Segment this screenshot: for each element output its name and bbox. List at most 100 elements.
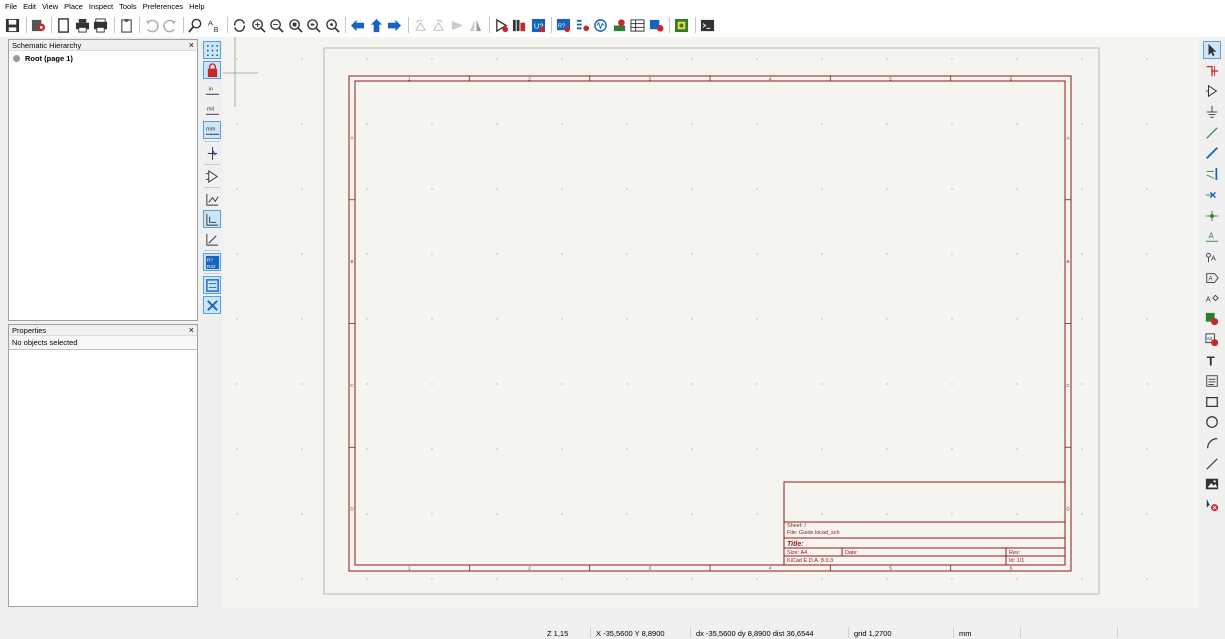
units-readout: mm [959, 629, 972, 638]
highlight-net-icon [1206, 65, 1219, 76]
navigate-forward-button[interactable] [386, 16, 403, 34]
zoom-selection-button[interactable] [324, 16, 341, 34]
grid-dot [951, 578, 953, 580]
grid-dot [1146, 448, 1148, 450]
toggle-hierarchy-panel-button[interactable] [203, 276, 221, 294]
global-label-button[interactable]: A [1203, 269, 1221, 287]
paste-button[interactable] [118, 16, 135, 34]
label-button[interactable]: A [1203, 227, 1221, 245]
sheet-bullet-icon [13, 55, 20, 62]
redo-button[interactable] [162, 16, 179, 34]
grid-override-button[interactable] [203, 61, 221, 79]
grid-dot [1016, 58, 1018, 60]
bom-button[interactable] [629, 16, 646, 34]
menu-place[interactable]: Place [64, 2, 83, 11]
text-button[interactable]: T [1203, 351, 1221, 369]
net-class-directive-button[interactable]: A [1203, 248, 1221, 266]
symbol-library-browser-button[interactable] [511, 16, 528, 34]
line-mode-90-button[interactable] [203, 210, 221, 228]
scripting-console-button[interactable] [699, 16, 716, 34]
menu-tools[interactable]: Tools [119, 2, 137, 11]
zoom-fit-objects-button[interactable] [305, 16, 322, 34]
mirror-vertical-button[interactable] [449, 16, 466, 34]
place-power-button[interactable] [1203, 103, 1221, 121]
annotate-auto-button[interactable]: R? R42 [203, 253, 221, 271]
line-mode-45-button[interactable] [203, 230, 221, 248]
import-sheet-pin-button[interactable]: A0 [1203, 331, 1221, 349]
grid-dot [561, 318, 563, 320]
units-inches-button[interactable]: in [203, 81, 221, 99]
close-panel-button[interactable]: × [189, 40, 194, 50]
pcb-editor-button[interactable] [673, 16, 690, 34]
title-block-frame [783, 481, 1066, 566]
units-mm-button[interactable]: mm [203, 121, 221, 139]
text-box-button[interactable] [1203, 372, 1221, 390]
undo-button[interactable] [143, 16, 160, 34]
schematic-setup-button[interactable] [30, 16, 47, 34]
menu-preferences[interactable]: Preferences [143, 2, 183, 11]
menu-inspect[interactable]: Inspect [89, 2, 113, 11]
delete-tool-button[interactable] [1203, 496, 1221, 514]
zoom-out-button[interactable] [268, 16, 285, 34]
print-button[interactable] [74, 16, 91, 34]
menu-file[interactable]: File [5, 2, 17, 11]
grid-dot [821, 383, 823, 385]
highlight-net-button[interactable] [1203, 62, 1221, 80]
schematic-canvas[interactable]: 112233445566AABBCCDD Sheet: / File: Guid… [223, 37, 1201, 608]
draw-bus-button[interactable] [1203, 144, 1221, 162]
hierarchy-item-root[interactable]: Root (page 1) [9, 51, 197, 66]
simulator-button[interactable] [592, 16, 609, 34]
zone-label-right: B [1066, 259, 1069, 264]
find-button[interactable] [187, 16, 204, 34]
mirror-horizontal-button[interactable] [467, 16, 484, 34]
circle-button[interactable] [1203, 413, 1221, 431]
svg-text:A: A [1211, 255, 1216, 262]
rectangle-button[interactable] [1203, 393, 1221, 411]
close-panel-button[interactable]: × [189, 325, 194, 335]
line-button[interactable] [1203, 455, 1221, 473]
annotate-button[interactable]: U? [530, 16, 547, 34]
show-hidden-pins-button[interactable] [203, 167, 221, 185]
arrow-up-icon [370, 18, 382, 32]
toolbar-separator [204, 250, 220, 251]
plot-button[interactable] [92, 16, 109, 34]
zoom-fit-button[interactable] [287, 16, 304, 34]
grid-dot [951, 448, 953, 450]
erc-button[interactable]: R? [555, 16, 572, 34]
find-replace-button[interactable]: AB [206, 16, 223, 34]
junction-button[interactable] [1203, 207, 1221, 225]
draw-wire-button[interactable] [1203, 124, 1221, 142]
cursor-shape-button[interactable] [203, 144, 221, 162]
zoom-in-button[interactable] [250, 16, 267, 34]
rotate-cw-button[interactable] [430, 16, 447, 34]
toolbar-separator [183, 17, 184, 33]
no-connect-button[interactable] [1203, 186, 1221, 204]
page-settings-button[interactable] [55, 16, 72, 34]
rotate-cw-icon [432, 19, 445, 31]
menu-edit[interactable]: Edit [23, 2, 36, 11]
footprint-assign-button[interactable] [611, 16, 628, 34]
line-mode-free-button[interactable] [203, 190, 221, 208]
bus-entry-button[interactable] [1203, 165, 1221, 183]
place-symbol-button[interactable] [1203, 82, 1221, 100]
zone-label-right: D [1066, 507, 1070, 512]
hierarchical-label-button[interactable]: A [1203, 289, 1221, 307]
rotate-ccw-button[interactable] [412, 16, 429, 34]
save-button[interactable] [4, 16, 21, 34]
menu-view[interactable]: View [42, 2, 58, 11]
toggle-grid-button[interactable] [203, 41, 221, 59]
plot-icon [93, 17, 108, 33]
units-mils-button[interactable]: mil [203, 101, 221, 119]
arc-button[interactable] [1203, 434, 1221, 452]
image-button[interactable] [1203, 475, 1221, 493]
netlist-button[interactable] [648, 16, 665, 34]
navigate-back-button[interactable] [349, 16, 366, 34]
menu-help[interactable]: Help [189, 2, 204, 11]
toggle-properties-panel-button[interactable] [203, 296, 221, 314]
hierarchical-sheet-button[interactable] [1203, 310, 1221, 328]
symbol-fields-button[interactable] [574, 16, 591, 34]
symbol-editor-button[interactable] [493, 16, 510, 34]
navigate-up-button[interactable] [368, 16, 385, 34]
refresh-button[interactable] [231, 16, 248, 34]
select-tool-button[interactable] [1203, 41, 1221, 59]
